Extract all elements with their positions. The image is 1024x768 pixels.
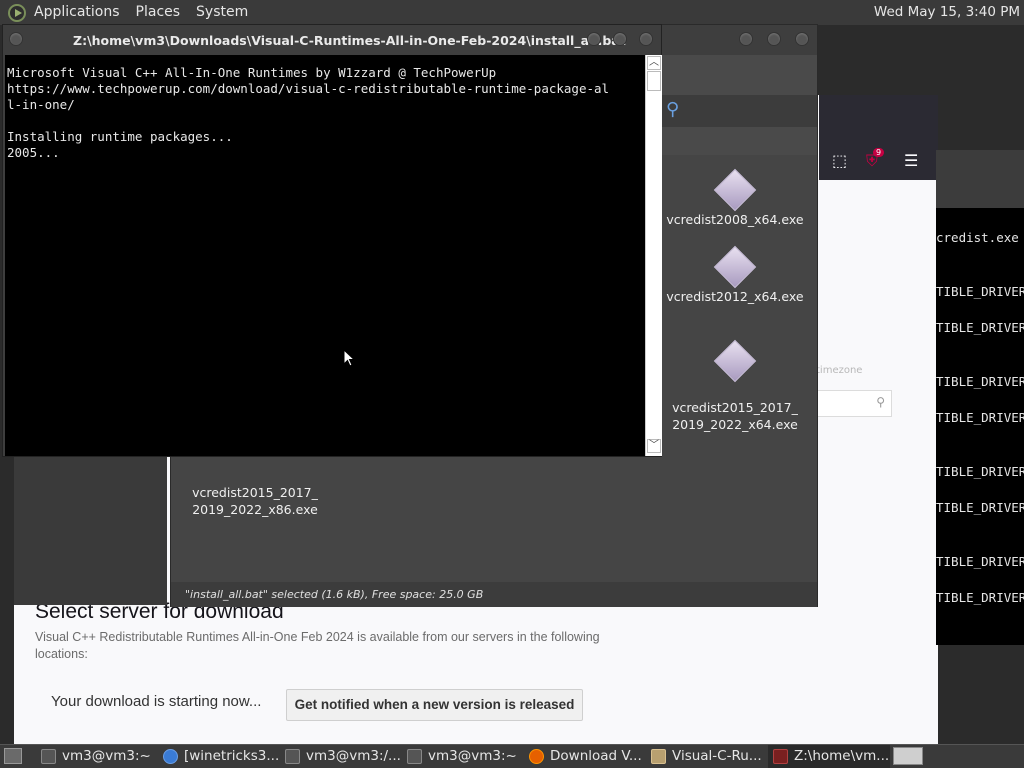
folder-icon — [651, 749, 666, 764]
close-icon[interactable] — [639, 32, 653, 46]
page-description: Visual C++ Redistributable Runtimes All-… — [35, 630, 600, 661]
timezone-label: timezone — [816, 365, 863, 376]
hamburger-menu-icon[interactable]: ☰ — [904, 151, 918, 170]
taskbar-label: [winetricks3... — [184, 748, 278, 764]
terminal-line: TIBLE_DRIVER — [936, 590, 1024, 605]
console-output[interactable]: Microsoft Visual C++ All-In-One Runtimes… — [5, 55, 645, 456]
close-icon[interactable] — [795, 32, 809, 46]
file-manager-toolbar: ⚲ — [661, 95, 817, 127]
file-item[interactable]: vcredist2015_2017_ 2019_2022_x64.exe — [665, 329, 805, 450]
taskbar-item[interactable]: [winetricks3... — [158, 745, 278, 768]
file-manager-sidebar — [14, 455, 167, 605]
taskbar-label: vm3@vm3:/... — [306, 748, 400, 764]
terminal-titlebar — [936, 150, 1024, 208]
console-line: https://www.techpowerup.com/download/vis… — [7, 81, 610, 96]
taskbar-item[interactable]: vm3@vm3:/... — [280, 745, 400, 768]
exe-file-icon — [713, 245, 757, 289]
maximize-icon[interactable] — [613, 32, 627, 46]
taskbar-label: Z:\home\vm... — [794, 748, 890, 764]
search-icon: ⚲ — [876, 395, 885, 409]
firefox-icon — [529, 749, 544, 764]
window-menu-icon[interactable] — [9, 32, 23, 46]
taskbar-label: Visual-C-Ru... — [672, 748, 762, 764]
taskbar-label: Download V... — [550, 748, 642, 764]
minimize-icon[interactable] — [739, 32, 753, 46]
terminal-line: TIBLE_DRIVER — [936, 410, 1024, 425]
addon-badge: 9 — [873, 148, 885, 157]
console-line: Microsoft Visual C++ All-In-One Runtimes… — [7, 65, 497, 80]
file-name: vcredist2015_2017_ 2019_2022_x64.exe — [672, 400, 798, 432]
timezone-input[interactable]: ⚲ — [816, 390, 892, 417]
show-desktop-icon[interactable] — [4, 748, 22, 764]
taskbar-label: vm3@vm3:~ — [428, 748, 517, 764]
mouse-cursor-icon — [343, 349, 355, 367]
status-bar: "install_all.bat" selected (1.6 kB), Fre… — [171, 582, 817, 607]
taskbar-item[interactable]: vm3@vm3:~ — [402, 745, 522, 768]
terminal-line: TIBLE_DRIVER — [936, 284, 1024, 299]
terminal-line: TIBLE_DRIVER — [936, 320, 1024, 335]
file-name: vcredist2012_x64.exe — [666, 289, 804, 304]
exe-file-icon — [713, 339, 757, 383]
taskbar-item[interactable]: Download V... — [524, 745, 644, 768]
console-line: 2005... — [7, 145, 60, 160]
terminal-icon — [407, 749, 422, 764]
wine-icon — [773, 749, 788, 764]
terminal-line: credist.exe — [936, 230, 1019, 245]
terminal-icon — [41, 749, 56, 764]
browser-icon — [163, 749, 178, 764]
console-title: Z:\home\vm3\Downloads\Visual-C-Runtimes-… — [73, 33, 626, 48]
scroll-down-icon[interactable]: ﹀ — [647, 439, 661, 453]
taskbar-item[interactable]: Z:\home\vm... — [768, 745, 890, 768]
download-status: Your download is starting now... — [51, 693, 262, 710]
distro-logo-icon[interactable] — [8, 3, 26, 22]
menu-places[interactable]: Places — [132, 0, 185, 25]
top-panel: Applications Places System Wed May 15, 3… — [0, 0, 1024, 25]
scroll-up-icon[interactable]: ︿ — [647, 56, 661, 70]
console-scrollbar[interactable]: ︿ ﹀ — [645, 55, 662, 456]
wine-console-window: Z:\home\vm3\Downloads\Visual-C-Runtimes-… — [2, 24, 662, 457]
file-item[interactable]: vcredist2015_2017_ 2019_2022_x86.exe — [185, 467, 325, 535]
search-icon[interactable]: ⚲ — [666, 99, 679, 120]
terminal-line: TIBLE_DRIVER — [936, 554, 1024, 569]
extensions-icon[interactable]: ⬚ — [832, 151, 847, 170]
taskbar-label: vm3@vm3:~ — [62, 748, 151, 764]
terminal-line: TIBLE_DRIVER — [936, 374, 1024, 389]
exe-file-icon — [713, 168, 757, 212]
notify-button[interactable]: Get notified when a new version is relea… — [286, 689, 583, 721]
console-line: l-in-one/ — [7, 97, 75, 112]
menu-system[interactable]: System — [192, 0, 252, 25]
minimize-icon[interactable] — [587, 32, 601, 46]
taskbar-item[interactable]: Visual-C-Ru... — [646, 745, 766, 768]
terminal-line: TIBLE_DRIVER — [936, 464, 1024, 479]
scroll-thumb[interactable] — [647, 71, 661, 91]
taskbar: vm3@vm3:~ [winetricks3... vm3@vm3:/... v… — [0, 744, 1024, 768]
clock[interactable]: Wed May 15, 3:40 PM — [874, 0, 1020, 25]
taskbar-item[interactable]: vm3@vm3:~ — [36, 745, 156, 768]
maximize-icon[interactable] — [767, 32, 781, 46]
terminal-window-right: credist.exe TIBLE_DRIVER TIBLE_DRIVER TI… — [936, 150, 1024, 645]
file-name: vcredist2015_2017_ 2019_2022_x86.exe — [192, 485, 318, 517]
terminal-line: TIBLE_DRIVER — [936, 500, 1024, 515]
terminal-icon — [285, 749, 300, 764]
menu-applications[interactable]: Applications — [30, 0, 124, 25]
file-item[interactable]: vcredist2012_x64.exe — [665, 245, 805, 305]
file-item[interactable]: vcredist2008_x64.exe — [665, 168, 805, 228]
workspace-switcher-icon[interactable] — [893, 747, 923, 765]
console-line: Installing runtime packages... — [7, 129, 233, 144]
file-name: vcredist2008_x64.exe — [666, 212, 804, 227]
